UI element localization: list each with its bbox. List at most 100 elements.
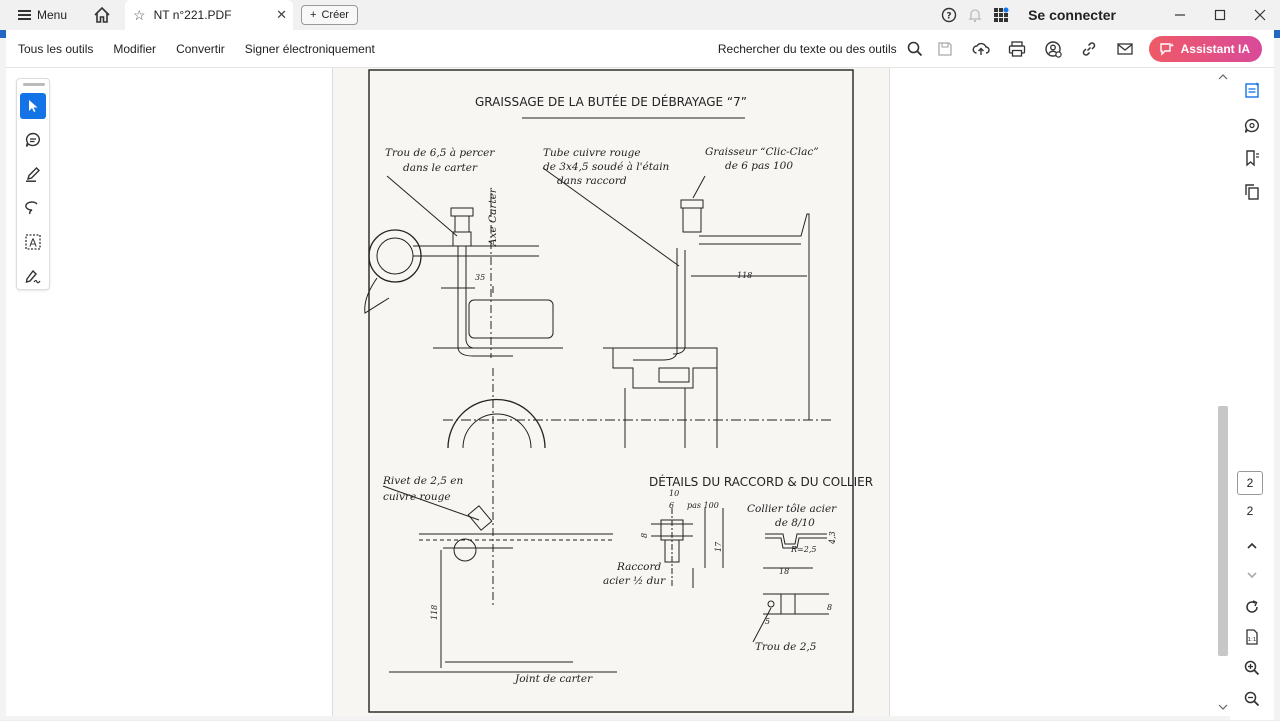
rotate-button[interactable]	[1238, 593, 1266, 621]
comment-tool[interactable]	[20, 127, 46, 153]
email-button[interactable]	[1107, 30, 1143, 68]
note-greaser-line2: de 6 pas 100	[725, 160, 793, 172]
rotate-icon	[1246, 600, 1258, 613]
apps-button[interactable]	[988, 0, 1014, 30]
page-fit-icon: 1:1	[1246, 629, 1258, 645]
plus-icon: +	[310, 9, 317, 21]
dim-10: 10	[669, 489, 679, 498]
current-page-input[interactable]: 2	[1237, 471, 1263, 495]
ai-assistant-button[interactable]: Assistant IA	[1148, 36, 1262, 62]
dim-pas100: pas 100	[687, 501, 719, 510]
link-icon	[1082, 42, 1095, 56]
note-rivet-line2: cuivre rouge	[383, 491, 451, 503]
axis-carter-label: Axe Carter	[487, 187, 499, 247]
close-window-button[interactable]	[1240, 0, 1280, 30]
upload-button[interactable]	[963, 30, 999, 68]
sign-menu[interactable]: Signer électroniquement	[245, 42, 375, 56]
save-button[interactable]	[927, 30, 963, 68]
notifications-button[interactable]	[962, 0, 988, 30]
window-edge-right	[1274, 30, 1280, 720]
note-hole-line2: dans le carter	[403, 162, 478, 174]
minimize-button[interactable]	[1160, 0, 1200, 30]
technical-drawing: GRAISSAGE DE LA BUTÉE DE DÉBRAYAGE “7” T…	[364, 69, 873, 713]
note-collier-line2: de 8/10	[775, 517, 815, 529]
toolbar-nav: Tous les outils Modifier Convertir Signe…	[18, 42, 375, 56]
home-button[interactable]	[87, 0, 117, 30]
bell-icon	[968, 9, 982, 23]
vertical-scrollbar[interactable]	[1216, 68, 1230, 716]
note-trou: Trou de 2,5	[755, 641, 817, 653]
maximize-button[interactable]	[1200, 0, 1240, 30]
next-page-button[interactable]	[1238, 561, 1266, 589]
pages-panel-button[interactable]	[1238, 178, 1266, 206]
zoom-in-button[interactable]	[1238, 654, 1266, 682]
draw-tool[interactable]	[20, 195, 46, 221]
page-fit-button[interactable]: 1:1	[1238, 623, 1266, 651]
note-greaser-line1: Graisseur “Clic-Clac”	[705, 146, 819, 158]
scroll-up-icon[interactable]	[1216, 72, 1230, 82]
minimize-icon	[1175, 14, 1185, 16]
copy-pages-icon	[1245, 184, 1259, 200]
dim-118-top: 118	[737, 271, 752, 280]
dim-6: 6	[669, 501, 674, 510]
text-tool[interactable]: A	[20, 229, 46, 255]
drawing-title: GRAISSAGE DE LA BUTÉE DE DÉBRAYAGE “7”	[475, 94, 747, 109]
toolbar-right: Rechercher du texte ou des outils Assist…	[718, 30, 1262, 68]
save-icon	[937, 42, 952, 56]
sign-tool[interactable]	[20, 263, 46, 289]
sign-in-link[interactable]: Se connecter	[1028, 7, 1116, 23]
dim-118-side: 118	[430, 605, 439, 620]
scrollbar-thumb[interactable]	[1218, 406, 1228, 656]
create-button[interactable]: + Créer	[301, 5, 358, 25]
tab-title: NT n°221.PDF	[153, 8, 232, 22]
bookmarks-panel-button[interactable]	[1238, 144, 1266, 172]
menu-button[interactable]: Menu	[0, 0, 77, 30]
main-toolbar: Tous les outils Modifier Convertir Signe…	[6, 30, 1274, 68]
zoom-out-button[interactable]	[1238, 685, 1266, 713]
previous-page-button[interactable]	[1238, 532, 1266, 560]
pen-icon	[26, 167, 40, 182]
note-tube-line2: de 3x4,5 soudé à l'étain	[543, 161, 670, 173]
svg-text:1:1: 1:1	[1248, 637, 1257, 643]
document-viewer[interactable]: A GRAISSAGE DE LA BUTÉE DE DÉBRAYAGE “7”…	[6, 68, 1230, 716]
select-tool[interactable]	[20, 93, 46, 119]
apps-grid-icon	[994, 7, 1009, 22]
ai-summary-icon	[1245, 82, 1259, 98]
all-tools-menu[interactable]: Tous les outils	[18, 42, 93, 56]
star-icon[interactable]: ☆	[133, 7, 146, 24]
dim-r25: R=2,5	[790, 545, 816, 554]
highlight-tool[interactable]	[20, 161, 46, 187]
comment-icon	[25, 132, 40, 147]
comment-mention-icon	[1244, 118, 1259, 133]
copy-link-button[interactable]	[1071, 30, 1107, 68]
tab-close-icon[interactable]: ✕	[276, 7, 287, 23]
dim-5: 5	[765, 617, 770, 626]
dim-8b: 8	[827, 603, 832, 612]
generative-summary-button[interactable]	[1238, 76, 1266, 104]
help-button[interactable]: ?	[936, 0, 962, 30]
convert-menu[interactable]: Convertir	[176, 42, 225, 56]
edit-menu[interactable]: Modifier	[113, 42, 156, 56]
cloud-upload-icon	[972, 42, 990, 55]
note-tube-line1: Tube cuivre rouge	[543, 147, 641, 159]
comments-panel-button[interactable]	[1238, 112, 1266, 140]
note-collier-line1: Collier tôle acier	[747, 503, 837, 515]
zoom-out-icon	[1244, 691, 1260, 707]
total-pages: 2	[1246, 504, 1254, 518]
search-button[interactable]	[903, 30, 927, 68]
share-user-icon	[1044, 41, 1062, 58]
share-user-button[interactable]	[1035, 30, 1071, 68]
scroll-down-icon[interactable]	[1216, 702, 1230, 712]
drag-grip[interactable]	[23, 83, 45, 86]
right-side-panel: 2 2 1:1	[1230, 68, 1274, 720]
note-hole-line1: Trou de 6,5 à percer	[385, 147, 495, 159]
home-icon	[94, 6, 110, 23]
document-tab[interactable]: ☆ NT n°221.PDF ✕	[125, 0, 294, 30]
printer-icon	[1008, 41, 1025, 57]
search-tools-label[interactable]: Rechercher du texte ou des outils	[718, 42, 897, 56]
note-raccord-line2: acier ½ dur	[603, 575, 666, 587]
help-icon: ?	[941, 7, 957, 23]
svg-text:?: ?	[946, 12, 951, 22]
chevron-up-icon	[1247, 542, 1257, 549]
print-button[interactable]	[999, 30, 1035, 68]
